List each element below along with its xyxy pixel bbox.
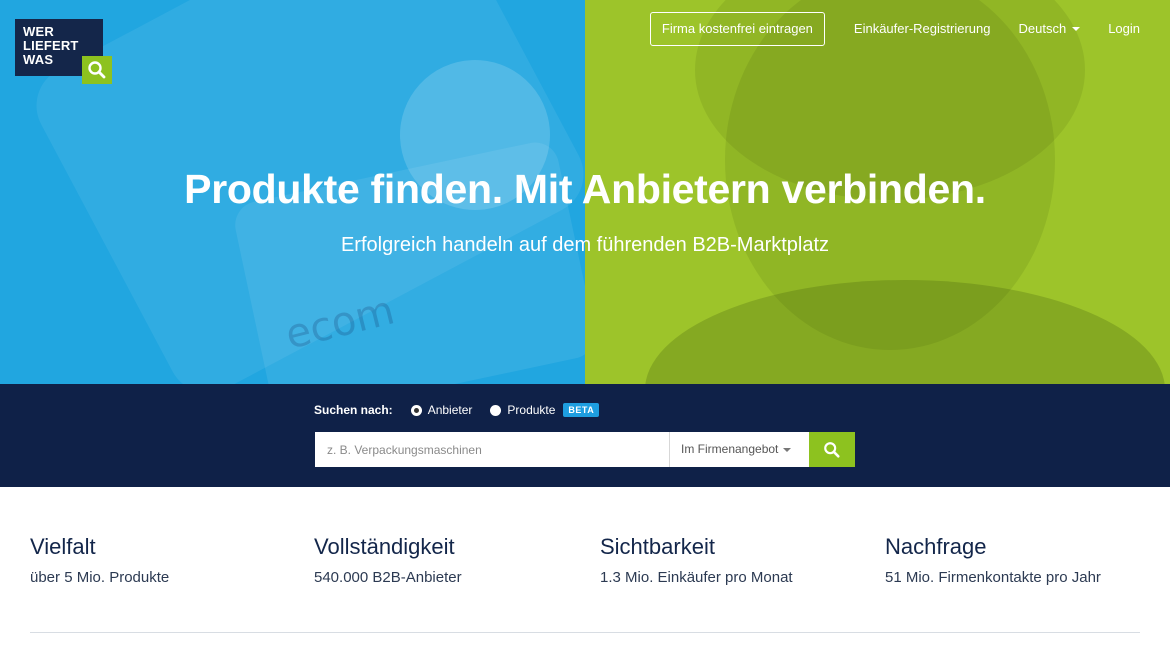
radio-checked-icon[interactable] [410, 404, 422, 416]
feature-vielfalt: Vielfalt über 5 Mio. Produkte [30, 534, 169, 586]
feature-title: Sichtbarkeit [600, 534, 715, 559]
search-options: Suchen nach: Anbieter Produkte BETA [314, 403, 600, 417]
search-button[interactable] [809, 432, 855, 467]
buyer-registration-label: Einkäufer-Registrierung [853, 21, 991, 36]
radio-unchecked-icon[interactable] [490, 404, 502, 416]
language-label: Deutsch [1018, 21, 1067, 36]
radio-produkte-label: Produkte [507, 403, 556, 417]
language-dropdown[interactable]: Deutsch [1018, 12, 1081, 46]
top-nav: Firma kostenfrei eintragen Einkäufer-Reg… [649, 12, 1140, 46]
feature-vollstaendigkeit: Vollständigkeit 540.000 B2B-Anbieter [314, 534, 462, 586]
hero-title: Produkte finden. Mit Anbietern verbinden… [184, 166, 986, 212]
feature-text: 51 Mio. Firmenkontakte pro Jahr [885, 569, 1101, 586]
feature-nachfrage: Nachfrage 51 Mio. Firmenkontakte pro Jah… [885, 534, 1101, 586]
search-band: Suchen nach: Anbieter Produkte BETA Im F… [0, 384, 1170, 487]
hero-banner: ecom WER LIEFERT WAS Firma kostenfrei ei… [0, 0, 1170, 384]
beta-badge: BETA [563, 403, 600, 417]
person-shoulders [645, 280, 1165, 384]
features-section: Vielfalt über 5 Mio. Produkte Vollständi… [0, 487, 1170, 670]
feature-title: Nachfrage [885, 534, 987, 559]
feature-text: 540.000 B2B-Anbieter [314, 569, 462, 586]
search-icon [824, 442, 840, 458]
search-icon [88, 61, 106, 79]
buyer-registration-link[interactable]: Einkäufer-Registrierung [854, 12, 991, 46]
register-company-button[interactable]: Firma kostenfrei eintragen [649, 12, 825, 46]
feature-text: 1.3 Mio. Einkäufer pro Monat [600, 569, 793, 586]
feature-title: Vielfalt [30, 534, 96, 559]
logo-line-1: WER [23, 24, 54, 39]
logo-line-2: LIEFERT [23, 38, 79, 53]
chevron-down-icon [783, 447, 792, 452]
radio-anbieter-label: Anbieter [427, 403, 473, 417]
section-divider [30, 632, 1140, 633]
logo-text: WER LIEFERT WAS [23, 25, 79, 67]
logo-line-3: WAS [23, 52, 54, 67]
search-label: Suchen nach: [314, 403, 393, 417]
feature-sichtbarkeit: Sichtbarkeit 1.3 Mio. Einkäufer pro Mona… [600, 534, 793, 586]
feature-title: Vollständigkeit [314, 534, 455, 559]
radio-produkte[interactable]: Produkte BETA [490, 403, 600, 417]
search-scope-label: Im Firmenangebot [681, 442, 779, 456]
login-label: Login [1108, 21, 1140, 36]
search-scope-select[interactable]: Im Firmenangebot [669, 432, 809, 467]
logo-search-badge [82, 56, 112, 84]
radio-anbieter[interactable]: Anbieter [410, 403, 473, 417]
chevron-down-icon [1072, 27, 1081, 31]
search-input[interactable] [315, 432, 669, 467]
search-bar: Im Firmenangebot [315, 432, 855, 467]
login-link[interactable]: Login [1108, 12, 1140, 46]
feature-text: über 5 Mio. Produkte [30, 569, 170, 586]
hero-subtitle: Erfolgreich handeln auf dem führenden B2… [340, 234, 830, 256]
